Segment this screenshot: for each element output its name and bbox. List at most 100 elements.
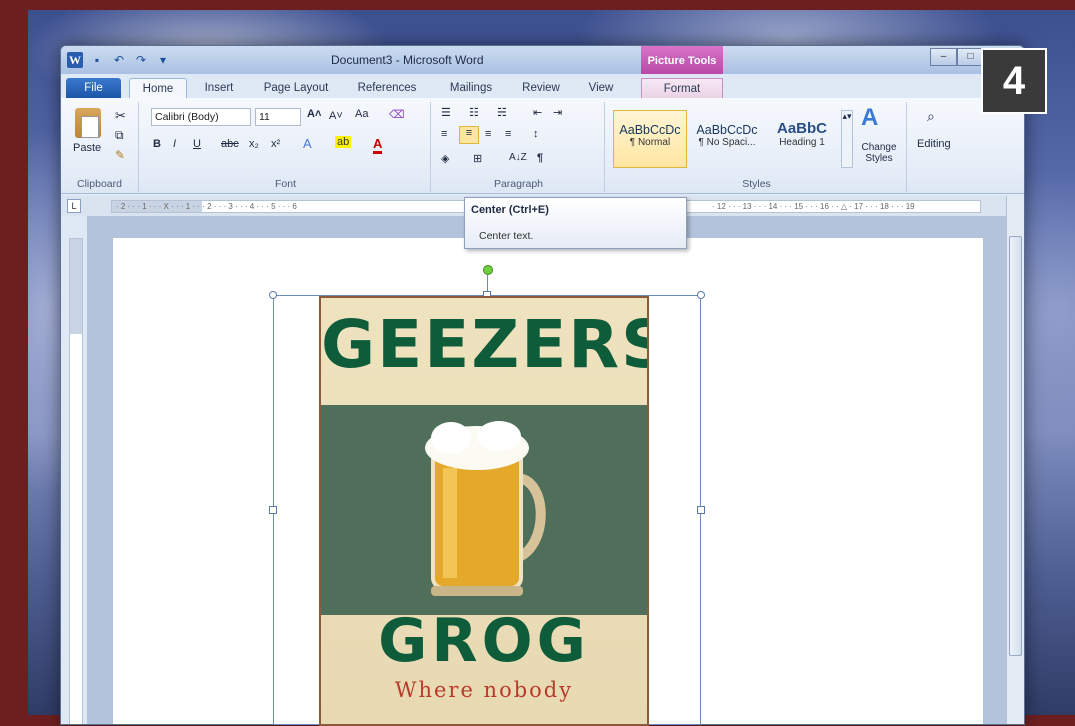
window-title: Document3 - Microsoft Word [331, 53, 484, 67]
save-icon[interactable]: ▪ [89, 52, 105, 68]
clipboard-group-label: Clipboard [77, 178, 122, 190]
text-effects-icon[interactable]: A [303, 136, 312, 151]
tab-selector[interactable]: L [67, 199, 81, 213]
sign-title: GEEZERS [321, 306, 649, 383]
tab-review[interactable]: Review [516, 78, 566, 98]
tab-page-layout[interactable]: Page Layout [256, 78, 336, 98]
paragraph-group: ☰ ☷ ☵ ⇤ ⇥ ≡ ≡ ≡ ≡ ↕ ◈ ⊞ A↓Z ¶ Paragraph [433, 102, 605, 192]
tab-references[interactable]: References [351, 78, 423, 98]
tab-view[interactable]: View [581, 78, 621, 98]
styles-group-label: Styles [742, 178, 771, 190]
change-styles-button[interactable]: Change Styles [857, 142, 901, 164]
style-no-spacing[interactable]: AaBbCcDc ¶ No Spaci... [689, 110, 765, 168]
shrink-font-icon[interactable]: A˅ [329, 110, 343, 122]
grow-font-icon[interactable]: A˄ [307, 108, 321, 120]
paragraph-group-label: Paragraph [493, 178, 544, 190]
align-right-icon[interactable]: ≡ [485, 128, 491, 140]
sign-tagline: Where nobody [394, 678, 574, 702]
rotation-handle[interactable] [483, 265, 493, 275]
center-tooltip: Center (Ctrl+E) Center text. [464, 197, 687, 249]
sort-icon[interactable]: A↓Z [509, 152, 527, 163]
style-heading-1-name: Heading 1 [779, 137, 825, 148]
change-styles-icon[interactable]: A [861, 104, 878, 132]
window-controls: – □ [930, 48, 984, 66]
copy-icon[interactable]: ⧉ [115, 128, 124, 143]
highlight-icon[interactable]: ab [335, 136, 352, 148]
resize-handle-top-right[interactable] [697, 291, 705, 299]
maximize-button[interactable]: □ [957, 48, 984, 66]
styles-group: AaBbCcDc ¶ Normal AaBbCcDc ¶ No Spaci...… [607, 102, 907, 192]
font-color-icon[interactable]: A [373, 136, 383, 154]
vertical-scrollbar[interactable] [1006, 196, 1024, 724]
title-bar: W ▪ ↶ ↷ ▾ Document3 - Microsoft Word Pic… [61, 46, 1024, 74]
justify-icon[interactable]: ≡ [505, 128, 511, 140]
subscript-icon[interactable]: x₂ [249, 138, 259, 150]
tab-format[interactable]: Format [641, 78, 723, 98]
ribbon: Paste ✂ ⧉ ✎ Clipboard Calibri (Body) 11 … [61, 98, 1024, 194]
redo-icon[interactable]: ↷ [133, 52, 149, 68]
font-size-combo[interactable]: 11 [255, 108, 301, 126]
style-heading-1-sample: AaBbC [776, 120, 827, 137]
strikethrough-icon[interactable]: abc [221, 138, 239, 150]
step-number-badge: 4 [981, 48, 1047, 114]
style-normal[interactable]: AaBbCcDc ¶ Normal [613, 110, 687, 168]
resize-handle-top-left[interactable] [269, 291, 277, 299]
align-center-icon[interactable]: ≡ [459, 126, 479, 144]
styles-scroll-icon[interactable]: ▴▾ [841, 110, 853, 168]
tab-home[interactable]: Home [129, 78, 187, 98]
clipboard-group: Paste ✂ ⧉ ✎ Clipboard [61, 102, 139, 192]
format-painter-icon[interactable]: ✎ [115, 148, 125, 162]
align-left-icon[interactable]: ≡ [441, 128, 447, 140]
change-case-button[interactable]: Aa [355, 108, 368, 120]
resize-handle-left[interactable] [269, 506, 277, 514]
increase-indent-icon[interactable]: ⇥ [553, 106, 562, 119]
style-no-spacing-sample: AaBbCcDc [696, 123, 758, 137]
ribbon-tabs: File Home Insert Page Layout References … [61, 74, 1024, 98]
cut-icon[interactable]: ✂ [115, 108, 126, 124]
borders-icon[interactable]: ⊞ [473, 152, 482, 165]
binoculars-icon[interactable]: ⌕ [927, 108, 935, 125]
font-group-label: Font [274, 178, 296, 190]
tooltip-title: Center (Ctrl+E) [471, 204, 549, 216]
style-no-spacing-name: ¶ No Spaci... [698, 137, 756, 148]
scrollbar-thumb[interactable] [1009, 236, 1022, 656]
bold-icon[interactable]: B [153, 138, 161, 150]
paste-button[interactable]: Paste [73, 142, 101, 154]
multilevel-list-icon[interactable]: ☵ [497, 106, 507, 119]
picture-tools-label: Picture Tools [641, 46, 723, 74]
tab-file[interactable]: File [66, 78, 121, 98]
inserted-picture[interactable]: GEEZERS GROG Where nobody [319, 296, 649, 726]
font-group: Calibri (Body) 11 A˄ A˅ Aa ⌫ B I U abc x… [141, 102, 431, 192]
editing-button[interactable]: Editing [917, 138, 951, 150]
editing-group: ⌕ Editing [909, 102, 965, 192]
superscript-icon[interactable]: x² [271, 138, 280, 150]
tooltip-body: Center text. [479, 230, 534, 242]
clear-formatting-icon[interactable]: ⌫ [389, 108, 405, 121]
quick-access-toolbar: W ▪ ↶ ↷ ▾ [67, 52, 171, 68]
customize-qat-icon[interactable]: ▾ [155, 52, 171, 68]
beer-mug-icon [425, 421, 546, 596]
ruler-ticks-right: · 12 · · · 13 · · · 14 · · · 15 · · · 16… [712, 202, 915, 211]
style-normal-name: ¶ Normal [629, 137, 671, 148]
vertical-ruler[interactable] [69, 238, 83, 724]
sign-subtitle: GROG [378, 606, 590, 676]
tab-mailings[interactable]: Mailings [441, 78, 501, 98]
style-heading-1[interactable]: AaBbC Heading 1 [767, 110, 837, 168]
minimize-button[interactable]: – [930, 48, 957, 66]
numbering-icon[interactable]: ☷ [469, 106, 479, 119]
decrease-indent-icon[interactable]: ⇤ [533, 106, 542, 119]
vruler-top-margin [70, 239, 82, 334]
style-normal-sample: AaBbCcDc [619, 123, 681, 137]
bullets-icon[interactable]: ☰ [441, 106, 451, 119]
paste-icon[interactable] [75, 108, 101, 138]
resize-handle-right[interactable] [697, 506, 705, 514]
underline-icon[interactable]: U [193, 138, 201, 150]
word-app-icon[interactable]: W [67, 52, 83, 68]
show-hide-icon[interactable]: ¶ [537, 152, 543, 164]
tab-insert[interactable]: Insert [194, 78, 244, 98]
shading-icon[interactable]: ◈ [441, 152, 449, 165]
line-spacing-icon[interactable]: ↕ [533, 128, 539, 140]
font-name-combo[interactable]: Calibri (Body) [151, 108, 251, 126]
italic-icon[interactable]: I [173, 138, 176, 150]
undo-icon[interactable]: ↶ [111, 52, 127, 68]
